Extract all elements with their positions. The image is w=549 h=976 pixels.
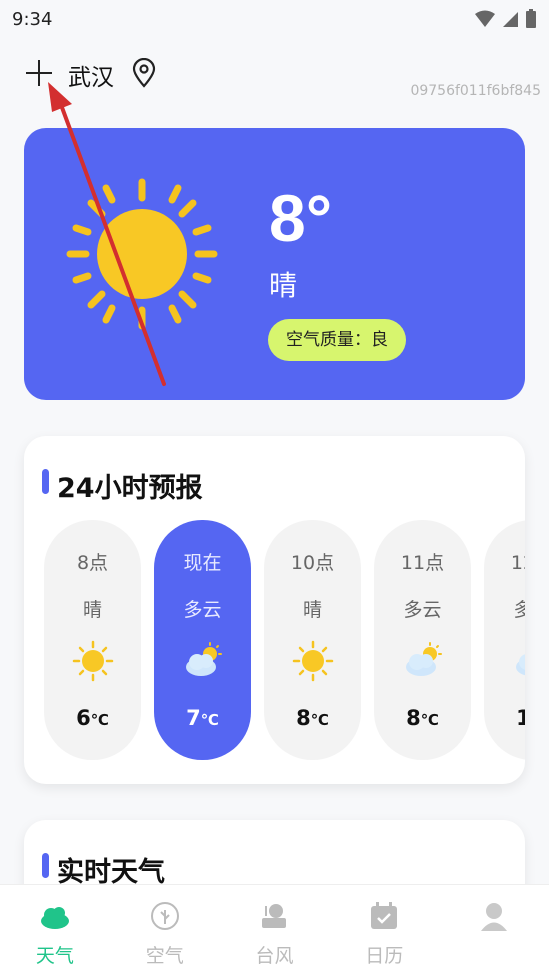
device-id: 09756f011f6bf845 [410,83,541,99]
profile-icon [478,900,510,932]
partly-cloudy-icon [182,640,224,682]
tab-label: 日历 [365,945,404,967]
temperature-unit: ℃ [420,711,439,729]
sun-icon [72,640,114,682]
tab-label: 天气 [35,945,74,967]
sun-icon [292,640,334,682]
current-temperature: 8° [269,181,333,255]
current-condition: 晴 [269,269,298,302]
hour-temperature: 6℃ [76,706,109,730]
hourly-list[interactable]: 8点晴 6℃ 现在多云 7℃ 10点晴 8℃ 11点多云 8℃ 12点多云 1℃ [44,520,525,760]
wifi-icon [475,10,495,27]
cloud-icon [39,900,71,932]
status-time: 9:34 [12,8,53,30]
hour-condition: 多云 [183,599,222,621]
hour-condition: 晴 [82,599,102,621]
typhoon-icon [258,900,290,932]
hour-temperature: 8℃ [406,706,439,730]
leaf-icon [149,900,181,932]
tab-typhoon[interactable]: 台风 [220,885,330,976]
city-name[interactable]: 武汉 [68,58,114,92]
tab-calendar[interactable]: 日历 [329,885,439,976]
temperature-unit: ℃ [310,711,329,729]
calendar-icon [368,900,400,932]
current-weather-card: 8° 晴 空气质量：良 [24,128,525,400]
hour-time: 现在 [183,552,222,574]
hour-time: 10点 [290,552,335,574]
hour-temperature: 1℃ [516,706,525,730]
signal-icon [503,12,518,27]
tab-label: 台风 [255,945,294,967]
hour-temperature: 8℃ [296,706,329,730]
hour-condition: 多云 [513,599,525,621]
status-icons [475,9,537,29]
hour-item[interactable]: 11点多云 8℃ [374,520,471,760]
bottom-tab-bar: 天气 空气 台风 日历 [0,884,549,976]
partly-cloudy-icon [402,640,444,682]
hourly-forecast-title: 24小时预报 [42,466,203,505]
partly-cloudy-icon [512,640,525,682]
sun-icon [66,178,218,330]
location-pin-icon[interactable] [131,58,157,88]
tab-profile[interactable] [439,885,549,976]
hour-time: 12点 [510,552,525,574]
tab-label: 空气 [145,945,184,967]
tab-cloud[interactable]: 天气 [0,885,110,976]
hour-time: 8点 [76,552,109,574]
tab-leaf[interactable]: 空气 [110,885,220,976]
hour-item[interactable]: 10点晴 8℃ [264,520,361,760]
hour-condition: 多云 [403,599,442,621]
temperature-unit: ℃ [90,711,109,729]
hour-item[interactable]: 现在多云 7℃ [154,520,251,760]
hour-temperature: 7℃ [186,706,219,730]
aqi-badge[interactable]: 空气质量：良 [268,319,406,361]
hour-time: 11点 [400,552,445,574]
status-bar: 9:34 [0,0,549,38]
hour-item[interactable]: 12点多云 1℃ [484,520,525,760]
battery-icon [526,9,536,28]
hourly-forecast-card: 24小时预报 8点晴 6℃ 现在多云 7℃ 10点晴 8℃ 11点多云 8℃ 12点多云 1℃ [24,436,525,784]
hour-condition: 晴 [302,599,322,621]
hour-item[interactable]: 8点晴 6℃ [44,520,141,760]
add-city-icon[interactable] [26,60,52,86]
temperature-unit: ℃ [200,711,219,729]
